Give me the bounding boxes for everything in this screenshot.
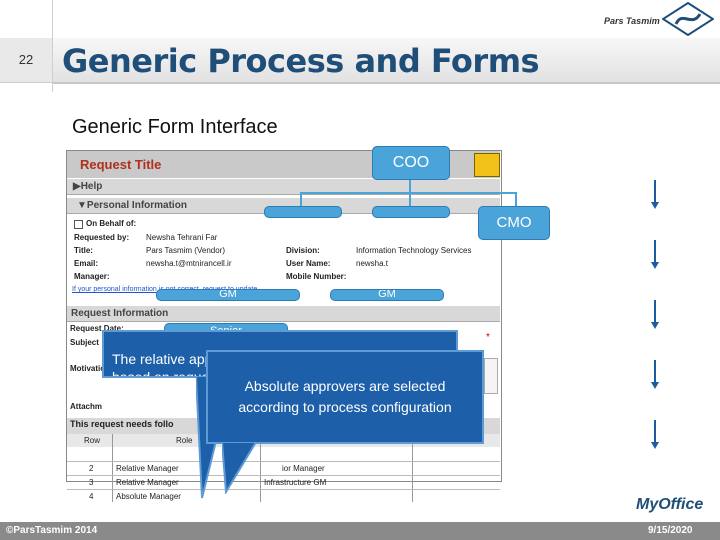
table-row-number: 3 [89,478,94,487]
username-label: User Name: [286,259,331,268]
email-value: newsha.t@mtnirancell.ir [146,259,232,268]
org-connector [300,192,516,194]
table-row-number: 4 [89,492,94,501]
arrow-head-icon [651,442,659,449]
org-node-partial [264,206,342,218]
mobile-label: Mobile Number: [286,272,347,281]
table-col-divider [112,434,113,502]
flow-arrow-icon [654,300,656,322]
absolute-callout-pointer [222,442,258,494]
requested-by-value: Newsha Tehrani Far [146,233,218,242]
org-connector [409,180,411,192]
expand-arrow-icon: ▶ [73,181,81,192]
org-connector [515,192,517,206]
org-node-gm: GM [156,289,300,301]
table-row-role: Absolute Manager [116,492,181,501]
table-header-role-label: Role [176,436,193,445]
request-info-bar[interactable]: Request Information [67,306,500,322]
table-row-divider [67,475,500,476]
on-behalf-label: On Behalf of: [86,219,137,228]
personal-info-label: Personal Information [86,200,187,211]
username-value: newsha.t [356,259,389,268]
division-label: Division: [286,246,320,255]
org-connector [300,192,302,206]
table-header-row-label: Row [84,436,101,445]
org-connector [409,192,411,206]
slide-title: Generic Process and Forms [62,42,540,80]
company-logo-icon [662,2,714,36]
motivation-scrollbar[interactable] [484,358,498,394]
help-label: Help [80,181,103,192]
arrow-head-icon [651,262,659,269]
table-row-number: 2 [89,464,94,473]
requested-by-label: Requested by: [74,233,130,242]
approvers-heading: This request needs follo [70,419,174,429]
on-behalf-checkbox[interactable] [74,220,83,229]
title-label: Title: [74,246,93,255]
email-label: Email: [74,259,99,268]
attachment-label: Attachm [70,402,103,411]
footer-copyright: ©ParsTasmim 2014 [6,525,98,536]
flow-arrow-icon [654,420,656,442]
myoffice-logo: MyOffice [636,496,704,513]
required-marker-icon: * [486,332,490,343]
flow-arrow-icon [654,240,656,262]
table-row-divider [67,489,500,490]
absolute-callout-text: Absolute approvers are selected accordin… [238,378,452,415]
footer-date: 9/15/2020 [648,525,693,536]
arrow-head-icon [651,382,659,389]
form-logo-icon [474,153,500,177]
absolute-approvers-callout: Absolute approvers are selected accordin… [206,350,484,444]
arrow-head-icon [651,202,659,209]
arrow-head-icon [651,322,659,329]
table-row-extra: Infrastructure GM [264,478,327,487]
title-value: Pars Tasmim (Vendor) [146,246,225,255]
table-col-divider [412,434,413,502]
company-name: Pars Tasmim [604,16,660,26]
manager-label: Manager: [74,272,110,281]
flow-arrow-icon [654,360,656,382]
collapse-arrow-icon: ▼ [77,200,87,211]
org-node-gm: GM [330,289,444,301]
division-value: Information Technology Services [356,246,472,255]
table-row-role: Relative Manager [116,478,179,487]
slide-number: 22 [18,52,34,67]
table-row-extra: ior Manager [282,464,325,473]
subject-label: Subject [70,338,99,347]
section-subtitle: Generic Form Interface [72,116,278,138]
footer-bar [0,522,720,540]
org-node-coo: COO [372,146,450,180]
request-info-label: Request Information [71,308,169,319]
org-node-partial [372,206,450,218]
table-row-divider [67,461,500,462]
form-title: Request Title [80,157,162,172]
flow-arrow-icon [654,180,656,202]
table-row-role: Relative Manager [116,464,179,473]
org-node-cmo: CMO [478,206,550,240]
